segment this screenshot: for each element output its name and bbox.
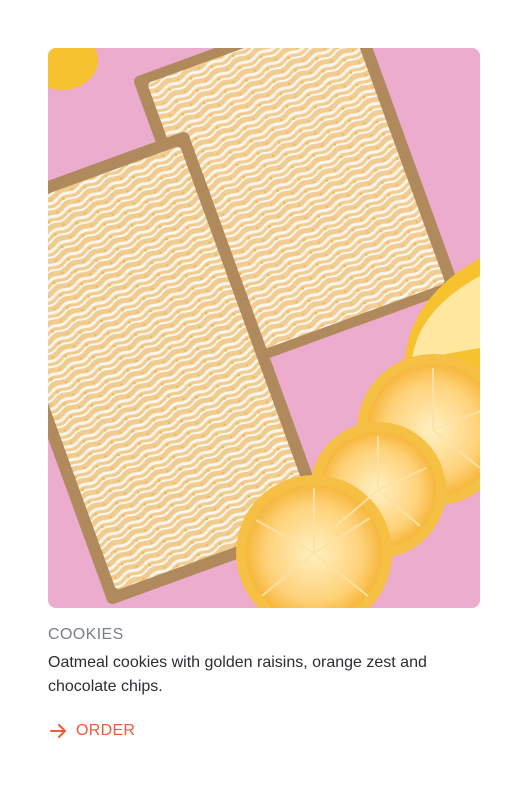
product-category: COOKIES (48, 626, 124, 643)
arrow-right-icon (48, 721, 68, 741)
order-link-label: ORDER (76, 722, 136, 739)
product-image (48, 48, 480, 608)
order-link[interactable]: ORDER (48, 721, 135, 741)
product-description: Oatmeal cookies with golden raisins, ora… (48, 654, 427, 695)
product-card: COOKIES Oatmeal cookies with golden rais… (48, 48, 480, 746)
